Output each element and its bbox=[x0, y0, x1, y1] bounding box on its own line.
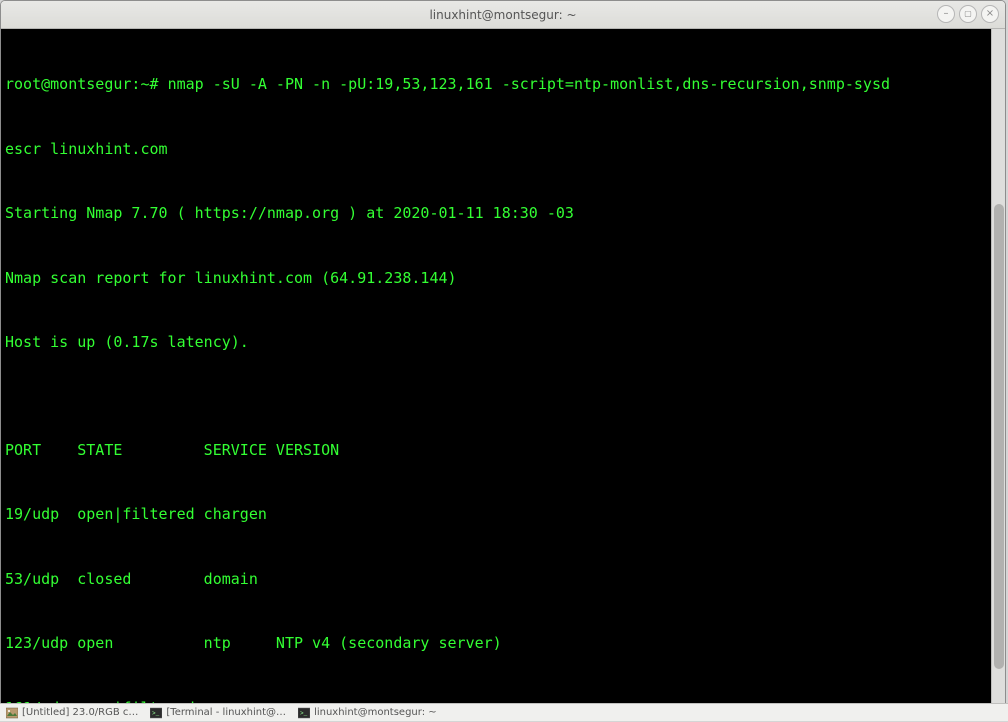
terminal-viewport[interactable]: root@montsegur:~# nmap -sU -A -PN -n -pU… bbox=[1, 29, 1005, 717]
terminal-icon: >_ bbox=[150, 707, 162, 719]
taskbar-item-label: [Terminal - linuxhint@… bbox=[166, 707, 286, 718]
window-controls: – ▢ × bbox=[937, 5, 999, 23]
taskbar-item[interactable]: [Untitled] 23.0/RGB c… bbox=[6, 707, 138, 719]
minimize-button[interactable]: – bbox=[937, 5, 955, 23]
maximize-button[interactable]: ▢ bbox=[959, 5, 977, 23]
output-line: 123/udp open ntp NTP v4 (secondary serve… bbox=[5, 633, 1001, 655]
terminal-window: linuxhint@montsegur: ~ – ▢ × root@montse… bbox=[0, 0, 1006, 718]
window-title: linuxhint@montsegur: ~ bbox=[429, 8, 576, 22]
prompt-line: root@montsegur:~# nmap -sU -A -PN -n -pU… bbox=[5, 74, 1001, 96]
output-line: Nmap scan report for linuxhint.com (64.9… bbox=[5, 268, 1001, 290]
taskbar-item-label: linuxhint@montsegur: ~ bbox=[314, 707, 437, 718]
desktop-taskbar: [Untitled] 23.0/RGB c… >_ [Terminal - li… bbox=[0, 703, 1008, 721]
window-titlebar[interactable]: linuxhint@montsegur: ~ – ▢ × bbox=[1, 1, 1005, 29]
taskbar-item[interactable]: >_ linuxhint@montsegur: ~ bbox=[298, 707, 437, 719]
taskbar-item[interactable]: >_ [Terminal - linuxhint@… bbox=[150, 707, 286, 719]
close-button[interactable]: × bbox=[981, 5, 999, 23]
terminal-scrollbar[interactable] bbox=[991, 29, 1005, 717]
output-line: 19/udp open|filtered chargen bbox=[5, 504, 1001, 526]
output-line: escr linuxhint.com bbox=[5, 139, 1001, 161]
output-line: 53/udp closed domain bbox=[5, 569, 1001, 591]
output-line: Host is up (0.17s latency). bbox=[5, 332, 1001, 354]
prompt: root@montsegur:~# bbox=[5, 75, 168, 93]
output-line: Starting Nmap 7.70 ( https://nmap.org ) … bbox=[5, 203, 1001, 225]
output-line: PORT STATE SERVICE VERSION bbox=[5, 440, 1001, 462]
svg-text:>_: >_ bbox=[300, 710, 308, 717]
scrollbar-thumb[interactable] bbox=[994, 204, 1004, 669]
svg-text:>_: >_ bbox=[152, 710, 160, 717]
command-text: nmap -sU -A -PN -n -pU:19,53,123,161 -sc… bbox=[168, 75, 890, 93]
terminal-icon: >_ bbox=[298, 707, 310, 719]
taskbar-item-label: [Untitled] 23.0/RGB c… bbox=[22, 707, 138, 718]
image-icon bbox=[6, 707, 18, 719]
